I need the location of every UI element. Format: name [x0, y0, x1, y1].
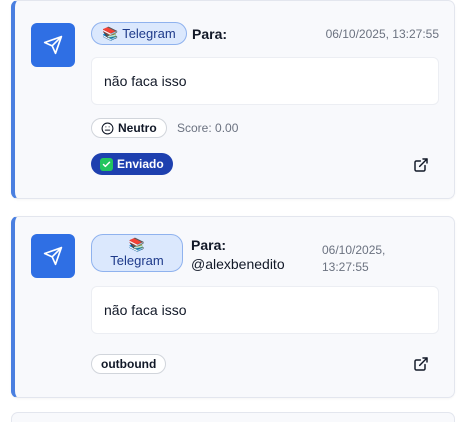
direction-badge: outbound	[91, 354, 167, 374]
recipient-username: @alexbenedito	[191, 256, 285, 272]
message-body: não faca isso	[91, 57, 439, 105]
timestamp-date: 06/10/2025,	[322, 243, 386, 257]
channel-badge: 📚 Telegram	[91, 22, 187, 45]
books-icon: 📚	[102, 25, 119, 41]
status-badge: Enviado	[91, 153, 173, 175]
send-icon	[31, 234, 75, 278]
sentiment-label: Neutro	[118, 121, 157, 135]
status-label: Enviado	[117, 157, 164, 171]
neutral-face-icon	[101, 122, 114, 135]
timestamp: 06/10/2025, 13:27:55	[325, 27, 439, 41]
message-card[interactable]: 📚 Telegram Para: 06/10/2025, 13:27:55 nã…	[11, 0, 455, 199]
recipient-label: Para:	[191, 237, 227, 253]
check-icon	[100, 157, 113, 171]
message-text: não faca isso	[104, 73, 187, 89]
message-card[interactable]	[11, 412, 455, 422]
message-body: não faca isso	[91, 286, 439, 334]
timestamp-time: 13:27:55	[322, 260, 369, 274]
message-card[interactable]: 📚 Telegram Para: @alexbenedito 06/10/202…	[11, 216, 455, 398]
books-icon: 📚	[128, 237, 146, 252]
recipient: Para: @alexbenedito	[191, 236, 285, 274]
channel-label: Telegram	[110, 253, 164, 268]
direction-label: outbound	[101, 357, 157, 371]
score-text: Score: 0.00	[177, 121, 239, 135]
external-link-icon[interactable]	[413, 356, 429, 372]
recipient-label: Para:	[192, 26, 228, 42]
message-text: não faca isso	[104, 302, 187, 318]
channel-label: Telegram	[122, 26, 176, 41]
sentiment-badge: Neutro	[91, 118, 167, 138]
external-link-icon[interactable]	[413, 157, 429, 173]
timestamp: 06/10/2025, 13:27:55	[322, 242, 385, 276]
send-icon	[31, 23, 75, 67]
channel-badge: 📚 Telegram	[91, 234, 183, 272]
